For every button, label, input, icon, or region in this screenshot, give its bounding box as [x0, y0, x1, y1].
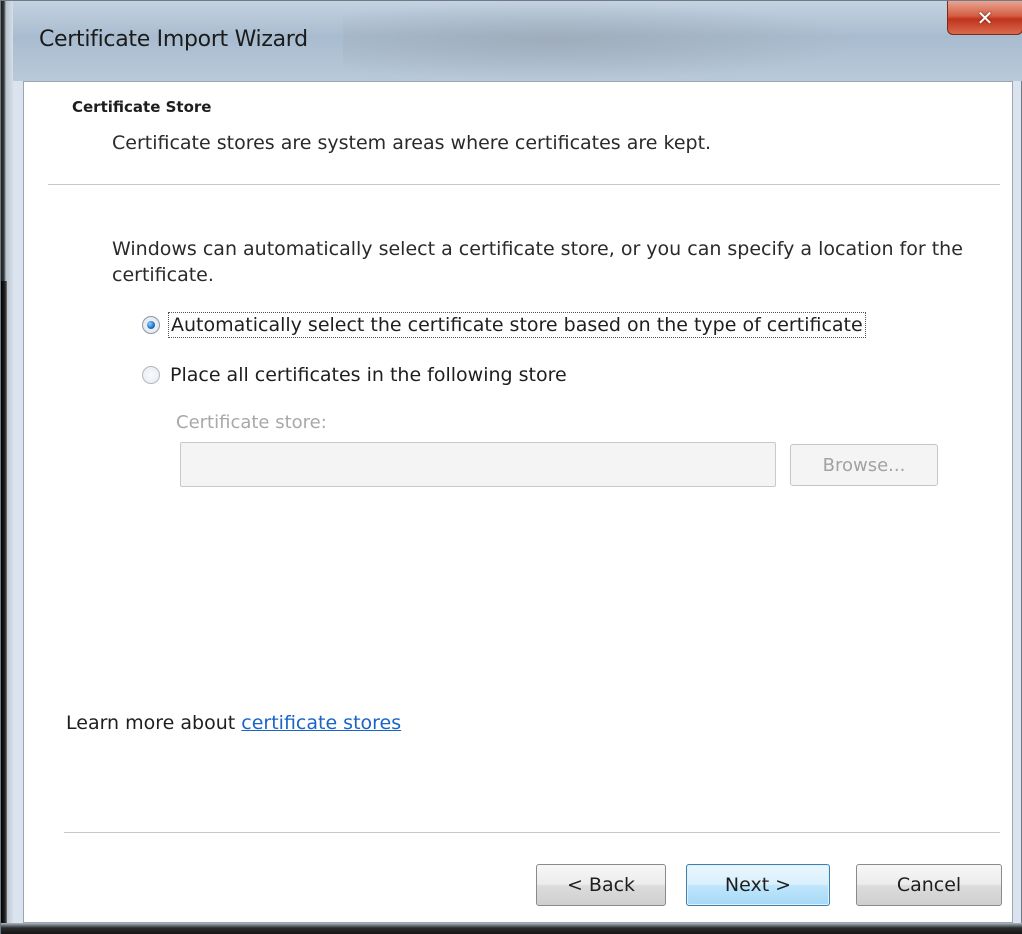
cancel-button[interactable]: Cancel [856, 864, 1002, 906]
radio-checked-icon[interactable] [142, 316, 160, 334]
footer-divider [64, 832, 1000, 833]
certificate-store-label: Certificate store: [176, 412, 327, 433]
header-divider [48, 184, 1000, 185]
page-subtitle: Certificate stores are system areas wher… [112, 132, 712, 154]
certificate-import-wizard-window: Certificate Import Wizard ✕ Certificate … [0, 0, 1022, 934]
close-button[interactable]: ✕ [947, 1, 1022, 35]
intro-text: Windows can automatically select a certi… [112, 238, 963, 286]
wizard-content: Certificate Store Certificate stores are… [23, 81, 1013, 923]
title-bar[interactable]: Certificate Import Wizard ✕ [13, 1, 1022, 81]
learn-more-text: Learn more about certificate stores [66, 712, 401, 734]
next-button[interactable]: Next > [686, 864, 830, 906]
browse-button[interactable]: Browse... [790, 444, 938, 486]
learn-more-prefix: Learn more about [66, 712, 242, 734]
certificate-stores-link[interactable]: certificate stores [241, 712, 401, 734]
radio-unchecked-icon[interactable] [142, 366, 160, 384]
back-button[interactable]: < Back [536, 864, 666, 906]
title-bar-glow [343, 1, 863, 81]
auto-select-store-label[interactable]: Automatically select the certificate sto… [168, 312, 866, 338]
window-title: Certificate Import Wizard [39, 27, 308, 52]
certificate-store-field[interactable] [180, 442, 776, 487]
page-title: Certificate Store [72, 98, 212, 116]
window-left-shadow [1, 281, 7, 934]
place-in-store-label[interactable]: Place all certificates in the following … [170, 364, 567, 386]
place-in-store-option[interactable]: Place all certificates in the following … [142, 364, 567, 386]
auto-select-store-option[interactable]: Automatically select the certificate sto… [142, 312, 866, 338]
close-icon: ✕ [976, 5, 994, 30]
window-bottom-frame [1, 923, 1022, 934]
